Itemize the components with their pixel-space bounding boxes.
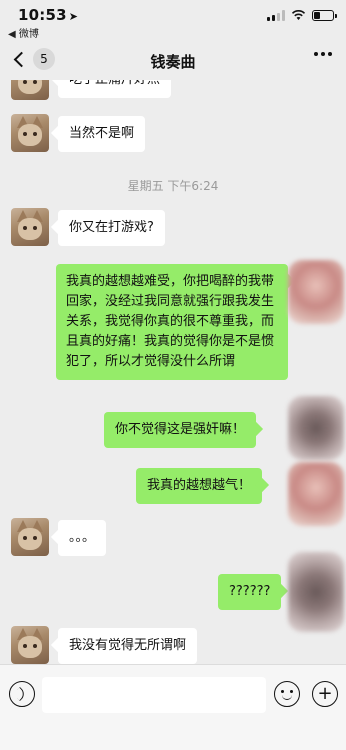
contact-avatar[interactable] <box>11 626 49 664</box>
message-bubble-incoming[interactable]: 吃了止痛片好点 <box>58 80 172 98</box>
message-timestamp: 星期五 下午6:24 <box>127 179 219 193</box>
battery-icon <box>312 9 337 21</box>
input-bar: + <box>0 664 346 750</box>
voice-icon[interactable] <box>9 681 35 707</box>
status-time: 10:53 ➤ <box>18 6 79 24</box>
contact-avatar[interactable] <box>11 208 49 246</box>
emoji-icon[interactable] <box>274 681 300 707</box>
contact-avatar[interactable] <box>11 114 49 152</box>
message-bubble-incoming[interactable]: 。。。 <box>58 520 107 556</box>
signal-icon <box>267 9 285 21</box>
back-button[interactable]: 5 <box>10 48 55 70</box>
user-avatar[interactable] <box>288 260 344 324</box>
chat-area[interactable]: 吃了止痛片好点 当然不是啊 星期五 下午6:24 你又在打游戏? 我真的越想越难… <box>0 80 346 664</box>
wifi-icon <box>291 10 306 20</box>
message-bubble-outgoing[interactable]: 你不觉得这是强奸嘛！ <box>104 412 257 448</box>
message-bubble-outgoing[interactable]: 我真的越想越难受，你把喝醉的我带回家，没经过我同意就强行跟我发生关系，我觉得你真… <box>56 264 288 380</box>
message-bubble-outgoing[interactable]: 我真的越想越气！ <box>136 468 263 504</box>
contact-avatar[interactable] <box>11 80 49 100</box>
status-bar: 10:53 ➤ ◀ 微博 <box>0 0 346 40</box>
location-icon: ➤ <box>68 10 79 23</box>
more-icon[interactable] <box>314 52 332 56</box>
contact-avatar[interactable] <box>11 518 49 556</box>
message-bubble-incoming[interactable]: 你又在打游戏? <box>58 210 165 246</box>
status-icons <box>267 9 337 21</box>
plus-icon[interactable]: + <box>312 681 338 707</box>
chat-title: 钱奏曲 <box>150 52 196 71</box>
back-to-app-link[interactable]: ◀ 微博 <box>8 25 39 40</box>
message-bubble-incoming[interactable]: 我没有觉得无所谓啊 <box>58 628 198 664</box>
chat-header: 5 钱奏曲 <box>0 42 346 80</box>
unread-badge: 5 <box>33 48 55 70</box>
chevron-left-icon <box>13 51 30 67</box>
user-avatar[interactable] <box>288 396 344 460</box>
message-bubble-incoming[interactable]: 当然不是啊 <box>58 116 146 152</box>
message-input[interactable] <box>42 677 266 713</box>
user-avatar[interactable] <box>288 552 344 632</box>
user-avatar[interactable] <box>288 462 344 526</box>
message-bubble-outgoing[interactable]: ?????? <box>218 574 282 610</box>
